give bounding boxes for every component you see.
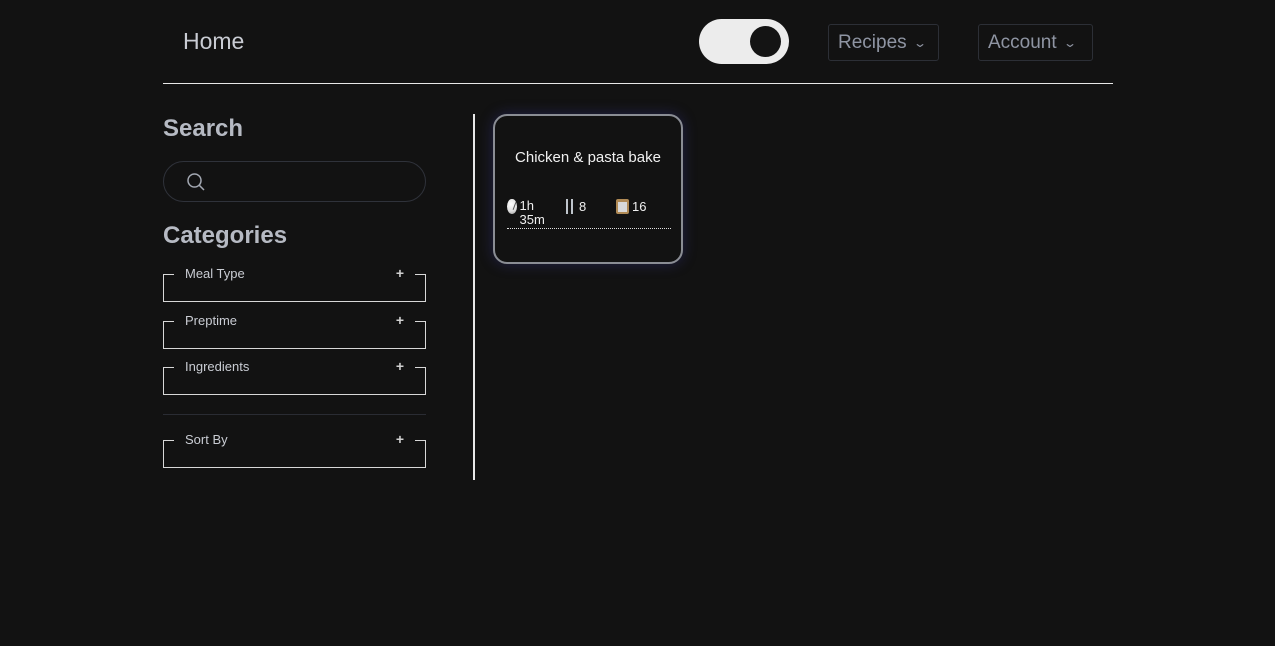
categories-heading: Categories	[163, 222, 288, 249]
chevron-down-icon: ⌄	[1062, 35, 1077, 50]
sort-by: Sort By +	[163, 431, 426, 468]
filter-label[interactable]: Preptime	[185, 313, 237, 328]
recipe-time: 1h 35m	[507, 199, 547, 227]
recipe-servings: 8	[564, 199, 586, 214]
filter-meal-type: Meal Type +	[163, 265, 426, 302]
recipe-ingredients: 16	[616, 199, 646, 214]
expand-plus-icon[interactable]: +	[396, 265, 404, 281]
fork-knife-icon	[564, 199, 576, 214]
filter-ingredients: Ingredients +	[163, 358, 426, 395]
clock-icon	[507, 199, 517, 214]
home-link[interactable]: Home	[183, 28, 244, 55]
recipe-time-value: 1h 35m	[519, 198, 545, 227]
expand-plus-icon[interactable]: +	[396, 358, 404, 374]
expand-plus-icon[interactable]: +	[396, 431, 404, 447]
vertical-divider	[473, 114, 475, 480]
recipes-dropdown-label: Recipes	[838, 31, 907, 53]
toggle-knob	[750, 26, 781, 57]
recipe-meta: 1h 35m 8 16	[507, 199, 671, 229]
filter-label[interactable]: Meal Type	[185, 266, 245, 281]
recipe-ingredients-value: 16	[632, 199, 647, 214]
search-box[interactable]	[163, 161, 426, 203]
expand-plus-icon[interactable]: +	[396, 312, 404, 328]
search-heading: Search	[163, 115, 244, 142]
sidebar-divider	[163, 414, 426, 415]
search-icon	[187, 173, 205, 191]
filter-label[interactable]: Ingredients	[185, 359, 249, 374]
top-navbar: Home Recipes ⌄ Account ⌄	[163, 0, 1113, 84]
recipes-dropdown[interactable]: Recipes ⌄	[828, 24, 939, 61]
clipboard-icon	[616, 199, 629, 214]
recipe-card[interactable]: Chicken & pasta bake 1h 35m 8 16	[493, 114, 683, 264]
recipe-servings-value: 8	[579, 199, 587, 214]
account-dropdown[interactable]: Account ⌄	[978, 24, 1093, 61]
filter-preptime: Preptime +	[163, 312, 426, 349]
sort-label[interactable]: Sort By	[185, 432, 228, 447]
search-input[interactable]	[216, 162, 420, 203]
recipe-title: Chicken & pasta bake	[515, 149, 661, 166]
chevron-down-icon: ⌄	[912, 35, 927, 50]
theme-toggle[interactable]	[699, 19, 789, 64]
account-dropdown-label: Account	[988, 31, 1057, 53]
